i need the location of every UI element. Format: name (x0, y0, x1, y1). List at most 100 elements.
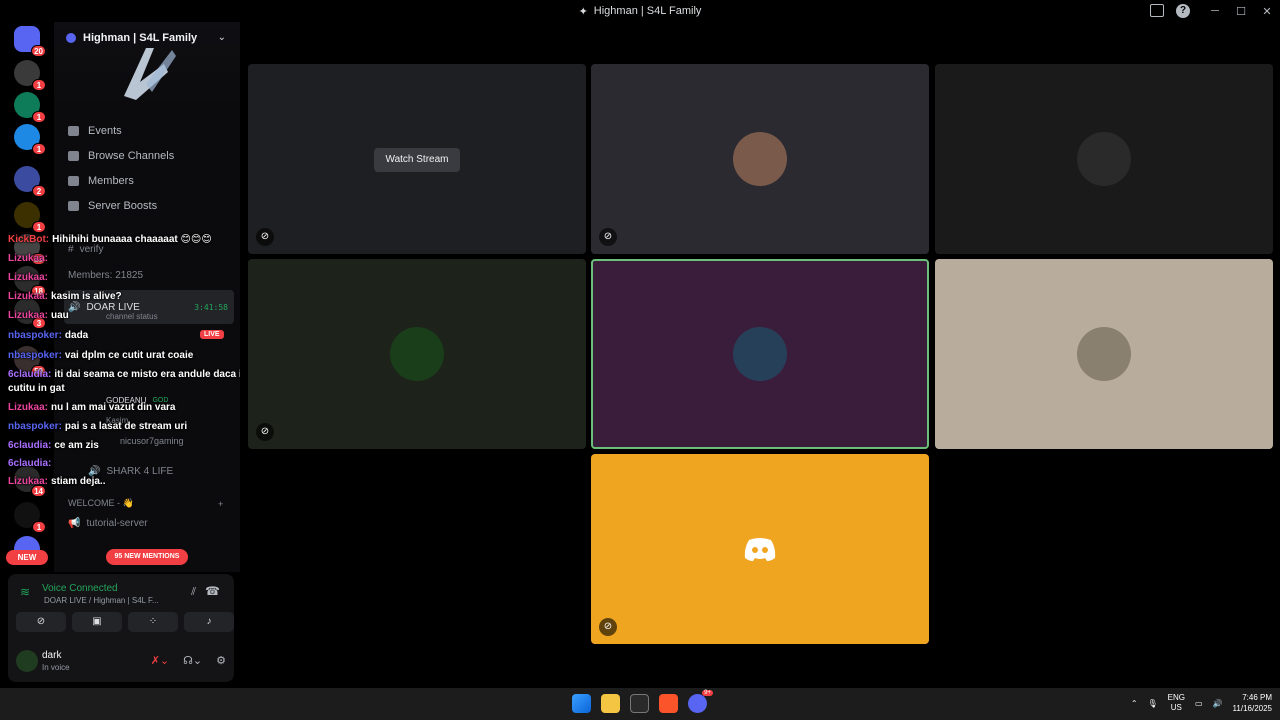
channel-status[interactable]: channel status (106, 312, 158, 321)
server-icon[interactable]: 1 (14, 124, 46, 155)
unread-badge: 1 (32, 111, 46, 123)
channel-shark[interactable]: 🔊 SHARK 4 LIFE (88, 466, 173, 477)
server-icon[interactable]: 3 (14, 298, 46, 329)
category-welcome[interactable]: WELCOME - 👋 + (68, 498, 223, 509)
video-off-icon: ⊘ (599, 618, 617, 636)
unread-badge: 3 (32, 317, 46, 329)
new-mentions-pill[interactable]: 95 NEW MENTIONS (106, 549, 188, 565)
server-icon[interactable]: 23 (14, 234, 46, 265)
server-icon[interactable]: 1 (14, 502, 46, 533)
menu-browse-channels[interactable]: Browse Channels (54, 143, 240, 168)
camera-off-button[interactable]: ⊘ (16, 612, 66, 632)
live-badge-text: LIVE (204, 331, 220, 338)
voice-action-buttons: ⊘ ▣ ⁘ ♪ (16, 612, 234, 632)
network-icon[interactable]: ▭ (1195, 699, 1203, 708)
brave-browser-icon[interactable] (659, 694, 678, 713)
taskbar-app-icon[interactable] (630, 694, 649, 713)
discord-taskbar-icon[interactable]: 9+ (688, 690, 713, 713)
server-icon[interactable]: 1 (14, 60, 46, 91)
new-servers-pill[interactable]: NEW (6, 550, 48, 565)
menu-boosts-label: Server Boosts (88, 199, 158, 212)
chevron-up-icon[interactable]: ⌃ (1131, 699, 1138, 708)
calendar-icon (68, 125, 79, 136)
video-off-icon: ⊘ (599, 228, 617, 246)
avatar (733, 327, 787, 381)
avatar (1077, 132, 1131, 186)
server-icon[interactable]: 1 (14, 202, 46, 233)
menu-members-label: Members (88, 174, 134, 187)
inbox-icon[interactable] (1150, 4, 1164, 17)
voice-user-kasim[interactable]: Kasim (106, 416, 128, 425)
watch-stream-button[interactable]: Watch Stream (374, 148, 460, 172)
microphone-icon[interactable]: 🎙 (1148, 699, 1158, 708)
noise-suppression-icon[interactable]: ⫽ (191, 586, 196, 599)
close-button[interactable]: ✕ (1254, 5, 1280, 18)
channel-verify[interactable]: # verify (68, 244, 103, 255)
headphones-icon[interactable]: ☊⌄ (183, 654, 202, 667)
unread-badge: 23 (31, 253, 46, 265)
channel-members-count[interactable]: Members: 21825 (68, 270, 143, 281)
server-icon[interactable]: 18 (14, 266, 46, 297)
mic-muted-icon[interactable]: ✗⌄ (151, 654, 169, 667)
language-indicator[interactable]: ENG US (1168, 693, 1185, 713)
voice-channel-path[interactable]: DOAR LIVE / Highman | S4L F... (44, 596, 159, 605)
discord-badge: 9+ (702, 690, 713, 696)
participant-tile[interactable] (935, 64, 1273, 254)
add-channel-icon[interactable]: + (218, 499, 223, 509)
avatar (733, 132, 787, 186)
participant-tile[interactable] (591, 259, 929, 449)
server-icon[interactable]: 1 (14, 92, 46, 123)
voice-timer: 3:41:58 (194, 302, 228, 312)
hash-icon: # (68, 244, 74, 255)
boost-icon (68, 200, 79, 211)
maximize-button[interactable]: ☐ (1228, 5, 1254, 18)
voice-user-godeanu[interactable]: GODEANU GOD (106, 396, 168, 405)
unread-badge: 59 (31, 365, 46, 377)
signal-icon[interactable]: ≋ (20, 586, 32, 598)
menu-events[interactable]: Events (54, 118, 240, 143)
help-icon[interactable]: ? (1176, 4, 1190, 18)
minimize-button[interactable]: ─ (1202, 5, 1228, 17)
participant-tile[interactable]: Watch Stream ⊘ (248, 64, 586, 254)
participant-tile[interactable]: ⊘ (591, 64, 929, 254)
gear-icon[interactable]: ⚙ (216, 654, 226, 667)
server-header[interactable]: Highman | S4L Family ⌄ (54, 22, 240, 108)
shark-channel-label: SHARK 4 LIFE (106, 466, 174, 477)
windows-start-icon[interactable] (572, 694, 591, 713)
server-icon[interactable]: 20 (14, 26, 46, 57)
tutorial-server-label: tutorial-server (86, 518, 148, 529)
user-status: In voice (42, 663, 70, 672)
participant-tile[interactable]: ⊘ (248, 259, 586, 449)
menu-events-label: Events (88, 124, 122, 137)
server-name-text: Highman | S4L Family (83, 32, 198, 44)
clock-date: 11/16/2025 (1232, 704, 1272, 713)
server-name[interactable]: Highman | S4L Family (66, 32, 197, 44)
server-icon[interactable]: 59 (14, 346, 46, 377)
menu-members[interactable]: Members (54, 168, 240, 193)
chevron-down-icon[interactable]: ⌄ (218, 32, 226, 43)
screen-share-button[interactable]: ▣ (72, 612, 122, 632)
window-title-text: Highman | S4L Family (593, 5, 702, 17)
file-explorer-icon[interactable] (601, 694, 620, 713)
announcement-icon: 📢 (68, 518, 81, 529)
window-controls: ─ ☐ ✕ (1202, 0, 1280, 22)
participant-tile[interactable]: ⊘ (591, 454, 929, 644)
menu-server-boosts[interactable]: Server Boosts (54, 193, 240, 218)
voice-user-nicusor[interactable]: nicusor7gaming (120, 436, 184, 446)
volume-icon[interactable]: 🔊 (1213, 699, 1223, 708)
server-icon[interactable]: 14 (14, 466, 46, 497)
disconnect-icon[interactable]: ☎ (205, 584, 220, 598)
nicusor-name: nicusor7gaming (120, 436, 184, 446)
unread-badge: 18 (31, 285, 46, 297)
soundboard-button[interactable]: ♪ (184, 612, 234, 632)
server-icon[interactable]: 2 (14, 166, 46, 197)
speaker-icon: 🔊 (88, 466, 101, 477)
avatar[interactable] (16, 650, 38, 672)
clock[interactable]: 7:46 PM 11/16/2025 (1233, 692, 1272, 714)
activities-button[interactable]: ⁘ (128, 612, 178, 632)
voice-channel-label: DOAR LIVE (86, 301, 140, 313)
channel-status-label: channel status (106, 312, 158, 321)
members-count-label: Members: 21825 (68, 270, 144, 281)
channel-tutorial-server[interactable]: 📢 tutorial-server (68, 518, 148, 529)
participant-tile[interactable] (935, 259, 1273, 449)
